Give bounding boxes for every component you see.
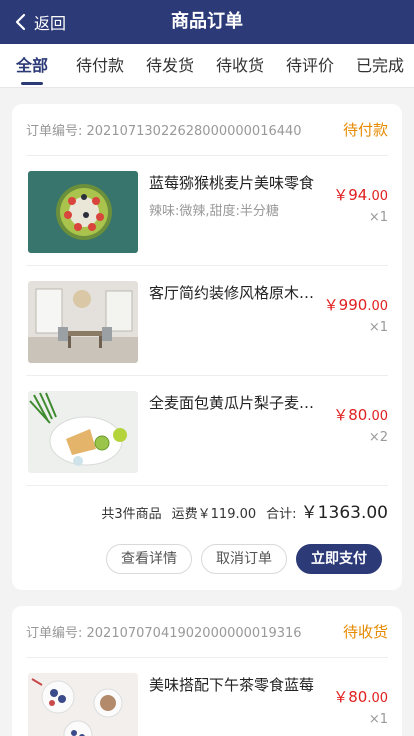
- tab-pending-shipment[interactable]: 待发货: [142, 44, 198, 88]
- order-card[interactable]: 订单编号: 20210713022628000000016440 待付款 蓝莓猕…: [12, 104, 402, 590]
- order-number: 订单编号: 20210713022628000000016440: [26, 124, 302, 139]
- order-header: 订单编号: 20210713022628000000016440 待付款: [26, 104, 388, 156]
- product-quantity: ×1: [368, 712, 388, 727]
- order-item[interactable]: 蓝莓猕猴桃麦片美味零食 辣味:微辣,甜度:半分糖 ￥94.00 ×1: [26, 156, 388, 266]
- order-status: 待付款: [342, 121, 388, 139]
- product-price: ￥990.00: [323, 296, 388, 314]
- product-name: 蓝莓猕猴桃麦片美味零食: [149, 174, 315, 192]
- chevron-left-icon: [15, 13, 26, 31]
- order-item[interactable]: 美味搭配下午茶零食蓝莓 ￥80.00 ×1: [26, 658, 388, 736]
- back-label: 返回: [34, 14, 67, 33]
- product-name: 客厅简约装修风格原木家具: [149, 284, 319, 302]
- product-image-fruit-bowl: [28, 171, 138, 253]
- product-price: ￥80.00: [333, 406, 388, 424]
- shipping-fee: 运费￥119.00: [171, 507, 257, 522]
- nav-bar: 返回 商品订单: [0, 0, 414, 44]
- cancel-order-button[interactable]: 取消订单: [201, 544, 287, 574]
- product-price: ￥80.00: [333, 688, 388, 706]
- order-card[interactable]: 订单编号: 20210707041902000000019316 待收货 美味搭…: [12, 606, 402, 736]
- product-name: 全麦面包黄瓜片梨子麦片早餐: [149, 394, 319, 412]
- order-summary: 共3件商品 运费￥119.00 合计: ￥1363.00: [26, 498, 388, 523]
- order-item[interactable]: 客厅简约装修风格原木家具 ￥990.00 ×1: [26, 266, 388, 376]
- product-quantity: ×1: [368, 320, 388, 335]
- tab-pending-review[interactable]: 待评价: [282, 44, 338, 88]
- order-status: 待收货: [342, 623, 388, 641]
- order-item[interactable]: 全麦面包黄瓜片梨子麦片早餐 ￥80.00 ×2: [26, 376, 388, 486]
- product-spec: 辣味:微辣,甜度:半分糖: [149, 204, 279, 219]
- tab-pending-payment[interactable]: 待付款: [72, 44, 128, 88]
- product-image-afternoon-tea: [28, 673, 138, 736]
- back-button[interactable]: 返回: [14, 0, 66, 44]
- product-quantity: ×2: [368, 430, 388, 445]
- tab-all[interactable]: 全部: [10, 44, 54, 88]
- product-name: 美味搭配下午茶零食蓝莓: [149, 676, 315, 694]
- view-details-button[interactable]: 查看详情: [106, 544, 192, 574]
- item-count: 共3件商品: [101, 507, 162, 522]
- order-number: 订单编号: 20210707041902000000019316: [26, 626, 302, 641]
- total: 合计: ￥1363.00: [266, 503, 388, 523]
- pay-now-button[interactable]: 立即支付: [296, 544, 382, 574]
- tab-completed[interactable]: 已完成: [352, 44, 408, 88]
- product-image-breakfast-plate: [28, 391, 138, 473]
- order-header: 订单编号: 20210707041902000000019316 待收货: [26, 606, 388, 658]
- order-actions: 查看详情 取消订单 立即支付: [106, 544, 382, 574]
- product-quantity: ×1: [368, 210, 388, 225]
- product-image-living-room: [28, 281, 138, 363]
- product-price: ￥94.00: [333, 186, 388, 204]
- order-tabs: 全部 待付款 待发货 待收货 待评价 已完成: [0, 44, 414, 88]
- tab-pending-receipt[interactable]: 待收货: [212, 44, 268, 88]
